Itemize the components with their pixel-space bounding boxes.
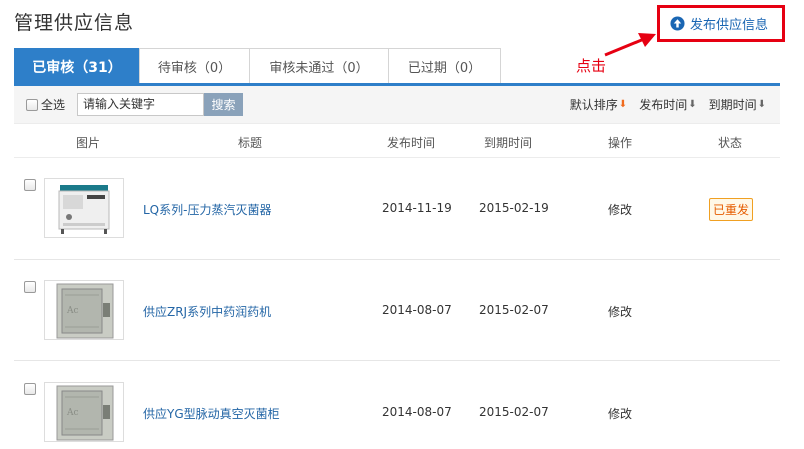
- table-row: LQ系列-压力蒸汽灭菌器 2014-11-19 2015-02-19 修改 已重…: [14, 159, 780, 260]
- tab-approved[interactable]: 已审核（31）: [14, 48, 140, 84]
- column-action: 操作: [608, 136, 633, 150]
- product-thumbnail[interactable]: [44, 178, 124, 238]
- row-expire-date: 2015-02-19: [479, 201, 549, 215]
- column-status: 状态: [718, 136, 743, 150]
- select-all-label: 全选: [41, 98, 66, 112]
- row-edit-link[interactable]: 修改: [608, 201, 632, 218]
- row-publish-date: 2014-11-19: [382, 201, 452, 215]
- row-title-link[interactable]: LQ系列-压力蒸汽灭菌器: [143, 201, 271, 218]
- table-header: 图片 标题 发布时间 到期时间 操作 状态: [14, 125, 780, 158]
- vacuum-sterilizer-image: Ac: [56, 385, 114, 441]
- column-expire-date: 到期时间: [484, 136, 533, 150]
- select-all-checkbox[interactable]: [26, 98, 38, 111]
- page-title: 管理供应信息: [14, 12, 135, 34]
- row-publish-date: 2014-08-07: [382, 303, 452, 317]
- sort-default[interactable]: 默认排序 ⬇: [570, 96, 627, 113]
- svg-text:Ac: Ac: [66, 306, 79, 316]
- annotation-arrow-icon: [604, 33, 656, 57]
- row-edit-link[interactable]: 修改: [608, 303, 632, 320]
- tab-expired[interactable]: 已过期（0）: [388, 48, 501, 84]
- row-expire-date: 2015-02-07: [479, 303, 549, 317]
- sterilizer-image: [58, 185, 110, 234]
- row-expire-date: 2015-02-07: [479, 405, 549, 419]
- tab-pending[interactable]: 待审核（0）: [139, 48, 250, 84]
- herb-machine-image: Ac: [56, 283, 114, 339]
- sort-publish-time[interactable]: 发布时间 ⬇: [639, 96, 696, 113]
- row-checkbox[interactable]: [24, 383, 36, 395]
- row-title-link[interactable]: 供应YG型脉动真空灭菌柜: [143, 405, 280, 422]
- row-checkbox[interactable]: [24, 179, 36, 191]
- search-button[interactable]: 搜索: [204, 93, 244, 116]
- arrow-down-icon: ⬇: [688, 99, 697, 110]
- arrow-down-icon: ⬇: [757, 99, 766, 110]
- row-checkbox[interactable]: [24, 281, 36, 293]
- row-edit-link[interactable]: 修改: [608, 405, 632, 422]
- toolbar: 全选 请输入关键字 搜索 默认排序 ⬇ 发布时间 ⬇ 到期时间 ⬇: [14, 86, 780, 124]
- publish-supply-label: 发布供应信息: [690, 18, 769, 33]
- row-publish-date: 2014-08-07: [382, 405, 452, 419]
- product-thumbnail[interactable]: Ac: [44, 280, 124, 340]
- sort-group: 默认排序 ⬇ 发布时间 ⬇ 到期时间 ⬇: [558, 96, 766, 113]
- column-title: 标题: [238, 136, 263, 150]
- column-image: 图片: [76, 136, 101, 150]
- sort-expire-time[interactable]: 到期时间 ⬇: [709, 96, 766, 113]
- click-annotation: 点击: [576, 57, 607, 75]
- row-title-link[interactable]: 供应ZRJ系列中药润药机: [143, 303, 271, 320]
- publish-supply-button[interactable]: 发布供应信息: [657, 5, 785, 42]
- table-row: Ac 供应YG型脉动真空灭菌柜 2014-08-07 2015-02-07 修改: [14, 361, 780, 449]
- column-publish-date: 发布时间: [387, 136, 436, 150]
- tab-rejected[interactable]: 审核未通过（0）: [249, 48, 389, 84]
- svg-text:Ac: Ac: [66, 408, 79, 418]
- arrow-down-icon: ⬇: [618, 99, 628, 110]
- status-badge: 已重发: [709, 198, 754, 221]
- product-thumbnail[interactable]: Ac: [44, 382, 124, 442]
- arrow-up-circle-icon: [670, 16, 685, 31]
- table-row: Ac 供应ZRJ系列中药润药机 2014-08-07 2015-02-07 修改: [14, 260, 780, 361]
- status-tabs: 已审核（31） 待审核（0） 审核未通过（0） 已过期（0）: [14, 48, 501, 84]
- search-input[interactable]: 请输入关键字: [77, 93, 205, 116]
